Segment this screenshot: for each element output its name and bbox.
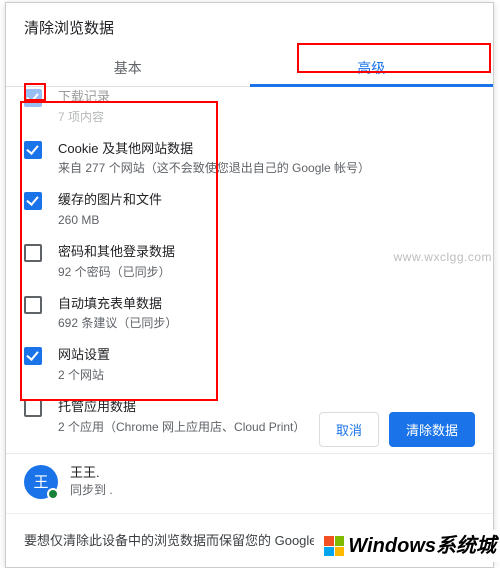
watermark: Windows系统城 bbox=[314, 530, 500, 562]
clear-browsing-data-dialog: 清除浏览数据 基本 高级 下载记录 7 项内容 Cookie 及其他网站数据 来… bbox=[5, 2, 494, 568]
option-downloads: 下载记录 7 项内容 bbox=[6, 87, 493, 131]
tab-basic[interactable]: 基本 bbox=[6, 48, 250, 86]
tab-advanced[interactable]: 高级 bbox=[250, 48, 494, 86]
option-title: Cookie 及其他网站数据 bbox=[58, 139, 475, 159]
option-site-settings: 网站设置 2 个网站 bbox=[6, 337, 493, 389]
user-sync: 同步到 . bbox=[70, 482, 113, 499]
option-text: Cookie 及其他网站数据 来自 277 个网站（这不会致使您退出自己的 Go… bbox=[58, 139, 475, 179]
option-text: 自动填充表单数据 692 条建议（已同步） bbox=[58, 294, 475, 334]
windows-logo-icon bbox=[324, 536, 344, 556]
signed-in-user: 王 王王. 同步到 . bbox=[6, 453, 493, 509]
avatar-letter: 王 bbox=[33, 471, 48, 492]
avatar: 王 bbox=[24, 465, 58, 499]
option-title: 缓存的图片和文件 bbox=[58, 190, 475, 210]
option-sub: 692 条建议（已同步） bbox=[58, 314, 475, 333]
option-autofill: 自动填充表单数据 692 条建议（已同步） bbox=[6, 286, 493, 338]
cancel-button[interactable]: 取消 bbox=[319, 412, 379, 447]
user-text: 王王. 同步到 . bbox=[70, 464, 113, 499]
watermark-text: Windows系统城 bbox=[348, 536, 496, 556]
option-sub: 92 个密码（已同步） bbox=[58, 263, 475, 282]
option-title: 下载记录 bbox=[58, 87, 475, 107]
option-sub: 2 个网站 bbox=[58, 366, 475, 385]
option-sub: 7 项内容 bbox=[58, 108, 475, 127]
option-text: 缓存的图片和文件 260 MB bbox=[58, 190, 475, 230]
option-cache: 缓存的图片和文件 260 MB bbox=[6, 182, 493, 234]
checkbox-site-settings[interactable] bbox=[24, 347, 42, 365]
option-sub: 来自 277 个网站（这不会致使您退出自己的 Google 帐号） bbox=[58, 159, 475, 178]
option-sub: 260 MB bbox=[58, 211, 475, 230]
checkbox-autofill[interactable] bbox=[24, 296, 42, 314]
option-title: 网站设置 bbox=[58, 345, 475, 365]
user-name: 王王. bbox=[70, 464, 113, 482]
option-title: 自动填充表单数据 bbox=[58, 294, 475, 314]
dialog-actions: 取消 清除数据 bbox=[319, 412, 475, 447]
option-text: 网站设置 2 个网站 bbox=[58, 345, 475, 385]
checkbox-passwords[interactable] bbox=[24, 244, 42, 262]
option-text: 下载记录 7 项内容 bbox=[58, 87, 475, 127]
clear-data-button[interactable]: 清除数据 bbox=[389, 412, 475, 447]
checkbox-downloads[interactable] bbox=[24, 89, 42, 107]
dialog-title: 清除浏览数据 bbox=[6, 3, 493, 48]
option-cookies: Cookie 及其他网站数据 来自 277 个网站（这不会致使您退出自己的 Go… bbox=[6, 131, 493, 183]
checkbox-hosted-apps[interactable] bbox=[24, 399, 42, 417]
checkbox-cache[interactable] bbox=[24, 192, 42, 210]
checkbox-cookies[interactable] bbox=[24, 141, 42, 159]
sync-badge-icon bbox=[47, 488, 59, 500]
tab-bar: 基本 高级 bbox=[6, 48, 493, 87]
watermark-url: www.wxclgg.com bbox=[394, 250, 492, 264]
options-list: 下载记录 7 项内容 Cookie 及其他网站数据 来自 277 个网站（这不会… bbox=[6, 87, 493, 455]
